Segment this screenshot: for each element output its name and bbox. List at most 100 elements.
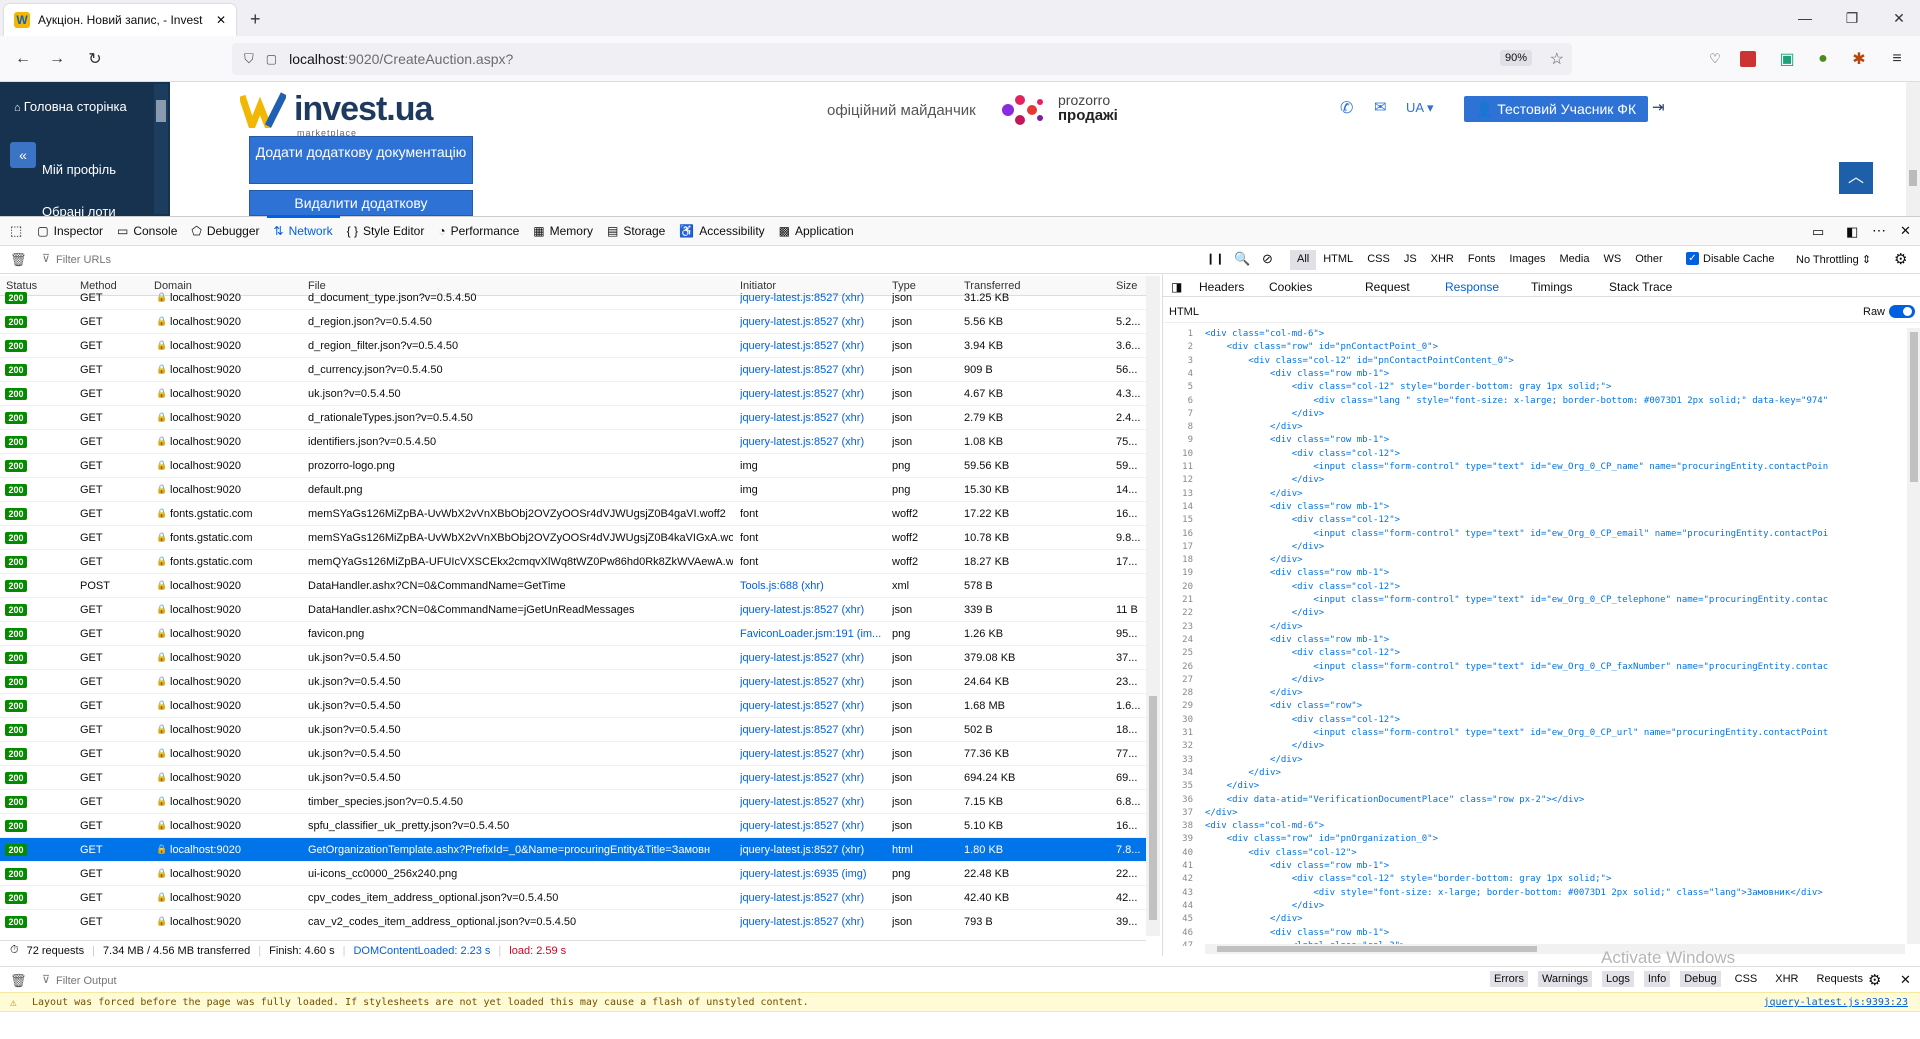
browser-tab[interactable]: W Аукціон. Новий запис, - Invest ✕ bbox=[4, 4, 236, 36]
table-row[interactable]: 200 🔒 GET localhost:9020 d_document_type.jso… bbox=[0, 286, 1146, 310]
console-filter-css[interactable]: CSS bbox=[1731, 971, 1762, 987]
type-filter-css[interactable]: CSS bbox=[1360, 250, 1397, 270]
request-initiator[interactable]: jquery-latest.js:8527 (xhr) bbox=[740, 388, 888, 400]
table-row[interactable]: 200 🔒 POST localhost:9020 DataHandler.ashx?C… bbox=[0, 574, 1146, 598]
delete-documentation-button[interactable]: Видалити додаткову bbox=[249, 190, 473, 216]
sidebar-item-favorites[interactable]: Обрані лоти bbox=[42, 204, 116, 216]
bookmark-star-icon[interactable]: ☆ bbox=[1550, 49, 1564, 69]
tab-storage[interactable]: ▤ Storage bbox=[600, 216, 672, 246]
tab-console[interactable]: ▭ Console bbox=[110, 216, 184, 246]
table-row[interactable]: 200 🔒 GET localhost:9020 d_region_filter.jso… bbox=[0, 334, 1146, 358]
type-filter-ws[interactable]: WS bbox=[1596, 250, 1628, 270]
request-initiator[interactable]: jquery-latest.js:8527 (xhr) bbox=[740, 652, 888, 664]
more-options-icon[interactable]: ⋯ bbox=[1872, 222, 1886, 239]
table-row[interactable]: 200 🔒 GET localhost:9020 uk.json?v=0.5.4.50 j… bbox=[0, 742, 1146, 766]
request-initiator[interactable]: font bbox=[740, 556, 888, 568]
tab-headers[interactable]: Headers bbox=[1199, 280, 1244, 294]
warning-source-link[interactable]: jquery-latest.js:9393:23 bbox=[1764, 997, 1909, 1008]
close-tab-icon[interactable]: ✕ bbox=[216, 13, 226, 27]
console-filter-warnings[interactable]: Warnings bbox=[1537, 971, 1593, 987]
pocket-icon[interactable]: ♡ bbox=[1704, 48, 1726, 70]
request-initiator[interactable]: jquery-latest.js:8527 (xhr) bbox=[740, 796, 888, 808]
table-row[interactable]: 200 🔒 GET localhost:9020 identifiers.json?v=… bbox=[0, 430, 1146, 454]
close-console-icon[interactable]: ✕ bbox=[1900, 972, 1911, 988]
tab-style-editor[interactable]: { } Style Editor bbox=[340, 216, 432, 246]
restore-icon[interactable]: ❐ bbox=[1842, 8, 1862, 28]
console-settings-icon[interactable]: ⚙ bbox=[1868, 971, 1881, 989]
console-filter-logs[interactable]: Logs bbox=[1602, 971, 1634, 987]
request-initiator[interactable]: Tools.js:688 (xhr) bbox=[740, 580, 888, 592]
tab-debugger[interactable]: ⬠ Debugger bbox=[184, 216, 266, 246]
tab-cookies[interactable]: Cookies bbox=[1269, 280, 1312, 294]
request-initiator[interactable]: jquery-latest.js:8527 (xhr) bbox=[740, 676, 888, 688]
request-initiator[interactable]: font bbox=[740, 532, 888, 544]
type-filter-all[interactable]: All bbox=[1290, 250, 1317, 270]
request-initiator[interactable]: jquery-latest.js:8527 (xhr) bbox=[740, 724, 888, 736]
throttling-select[interactable]: No Throttling ⇕ bbox=[1796, 253, 1871, 266]
zoom-level[interactable]: 90% bbox=[1499, 50, 1532, 66]
type-filter-other[interactable]: Other bbox=[1628, 250, 1670, 270]
phone-icon[interactable]: ✆ bbox=[1340, 98, 1353, 118]
tab-stack-trace[interactable]: Stack Trace bbox=[1609, 280, 1672, 294]
table-row[interactable]: 200 🔒 GET localhost:9020 favicon.png FaviconL… bbox=[0, 622, 1146, 646]
table-row[interactable]: 200 🔒 GET localhost:9020 ui-icons_cc0000_256… bbox=[0, 862, 1146, 886]
table-row[interactable]: 200 🔒 GET fonts.gstatic.com memSYaGs126MiZpB… bbox=[0, 526, 1146, 550]
add-documentation-button[interactable]: Додати додаткову документацію bbox=[249, 136, 473, 184]
request-initiator[interactable]: font bbox=[740, 508, 888, 520]
raw-toggle-switch[interactable] bbox=[1889, 305, 1915, 318]
type-filter-media[interactable]: Media bbox=[1552, 250, 1596, 270]
extension-red-icon[interactable] bbox=[1740, 51, 1756, 67]
request-initiator[interactable]: jquery-latest.js:8527 (xhr) bbox=[740, 772, 888, 784]
back-icon[interactable]: ← bbox=[12, 48, 34, 70]
request-initiator[interactable]: img bbox=[740, 484, 888, 496]
extension-globe-icon[interactable]: ● bbox=[1812, 48, 1834, 70]
tab-request[interactable]: Request bbox=[1365, 280, 1410, 294]
clear-console-icon[interactable]: 🗑 bbox=[10, 973, 27, 989]
sidebar-item-profile[interactable]: Мій профіль bbox=[42, 162, 116, 177]
disable-cache-checkbox[interactable]: ✓ bbox=[1686, 252, 1699, 265]
tab-timings[interactable]: Timings bbox=[1531, 280, 1573, 294]
type-filter-fonts[interactable]: Fonts bbox=[1461, 250, 1503, 270]
table-row[interactable]: 200 🔒 GET localhost:9020 uk.json?v=0.5.4.50 j… bbox=[0, 718, 1146, 742]
table-row[interactable]: 200 🔒 GET localhost:9020 prozorro-logo.png im… bbox=[0, 454, 1146, 478]
type-filter-js[interactable]: JS bbox=[1397, 250, 1424, 270]
request-initiator[interactable]: jquery-latest.js:8527 (xhr) bbox=[740, 436, 888, 448]
table-row[interactable]: 200 🔒 GET localhost:9020 uk.json?v=0.5.4.50 j… bbox=[0, 382, 1146, 406]
tab-application[interactable]: ▩ Application bbox=[772, 216, 861, 246]
tab-inspector[interactable]: ▢ Inspector bbox=[30, 216, 110, 246]
code-vertical-scrollbar[interactable] bbox=[1907, 328, 1920, 944]
page-scrollbar[interactable] bbox=[1906, 82, 1920, 216]
tab-accessibility[interactable]: ♿ Accessibility bbox=[672, 216, 771, 246]
menu-icon[interactable]: ≡ bbox=[1886, 48, 1908, 70]
request-initiator[interactable]: jquery-latest.js:8527 (xhr) bbox=[740, 892, 888, 904]
table-row[interactable]: 200 🔒 GET localhost:9020 d_rationaleTypes.js… bbox=[0, 406, 1146, 430]
page-info-icon[interactable]: ▢ bbox=[266, 52, 277, 66]
dock-side-icon[interactable]: ◧ bbox=[1846, 224, 1858, 240]
tab-response[interactable]: Response bbox=[1445, 280, 1499, 294]
request-initiator[interactable]: FaviconLoader.jsm:191 (im... bbox=[740, 628, 888, 640]
request-initiator[interactable]: jquery-latest.js:8527 (xhr) bbox=[740, 916, 888, 928]
table-row[interactable]: 200 🔒 GET localhost:9020 uk.json?v=0.5.4.50 j… bbox=[0, 694, 1146, 718]
table-row[interactable]: 200 🔒 GET localhost:9020 cpv_codes_item_addr… bbox=[0, 886, 1146, 910]
console-filter-debug[interactable]: Debug bbox=[1680, 971, 1721, 987]
request-initiator[interactable]: jquery-latest.js:8527 (xhr) bbox=[740, 292, 888, 304]
console-filter-errors[interactable]: Errors bbox=[1490, 971, 1528, 987]
disable-cache-label[interactable]: Disable Cache bbox=[1703, 253, 1775, 265]
tab-memory[interactable]: ▦ Memory bbox=[526, 216, 600, 246]
close-devtools-icon[interactable]: ✕ bbox=[1900, 223, 1911, 239]
request-initiator[interactable]: jquery-latest.js:8527 (xhr) bbox=[740, 604, 888, 616]
table-row[interactable]: 200 🔒 GET localhost:9020 uk.json?v=0.5.4.50 j… bbox=[0, 766, 1146, 790]
table-row[interactable]: 200 🔒 GET localhost:9020 spfu_classifier_uk_… bbox=[0, 814, 1146, 838]
request-table-scrollbar[interactable] bbox=[1146, 276, 1160, 936]
code-horizontal-scrollbar[interactable] bbox=[1205, 944, 1905, 954]
table-row[interactable]: 200 🔒 GET localhost:9020 cav_v2_codes_item_a… bbox=[0, 910, 1146, 933]
table-row[interactable]: 200 🔒 GET fonts.gstatic.com memQYaGs126MiZpB… bbox=[0, 550, 1146, 574]
request-initiator[interactable]: jquery-latest.js:8527 (xhr) bbox=[740, 412, 888, 424]
sidebar-item-home[interactable]: ⌂ Головна сторінка bbox=[14, 98, 144, 117]
table-row[interactable]: 200 🔒 GET localhost:9020 GetOrganizationTemp… bbox=[0, 838, 1146, 862]
language-selector[interactable]: UA ▾ bbox=[1406, 100, 1433, 116]
request-initiator[interactable]: jquery-latest.js:8527 (xhr) bbox=[740, 844, 888, 856]
collapse-sidebar-button[interactable]: « bbox=[10, 142, 36, 168]
url-bar[interactable]: ⛉ ▢ localhost:9020/CreateAuction.aspx? 9… bbox=[232, 43, 1572, 75]
table-row[interactable]: 200 🔒 GET localhost:9020 uk.json?v=0.5.4.50 j… bbox=[0, 670, 1146, 694]
